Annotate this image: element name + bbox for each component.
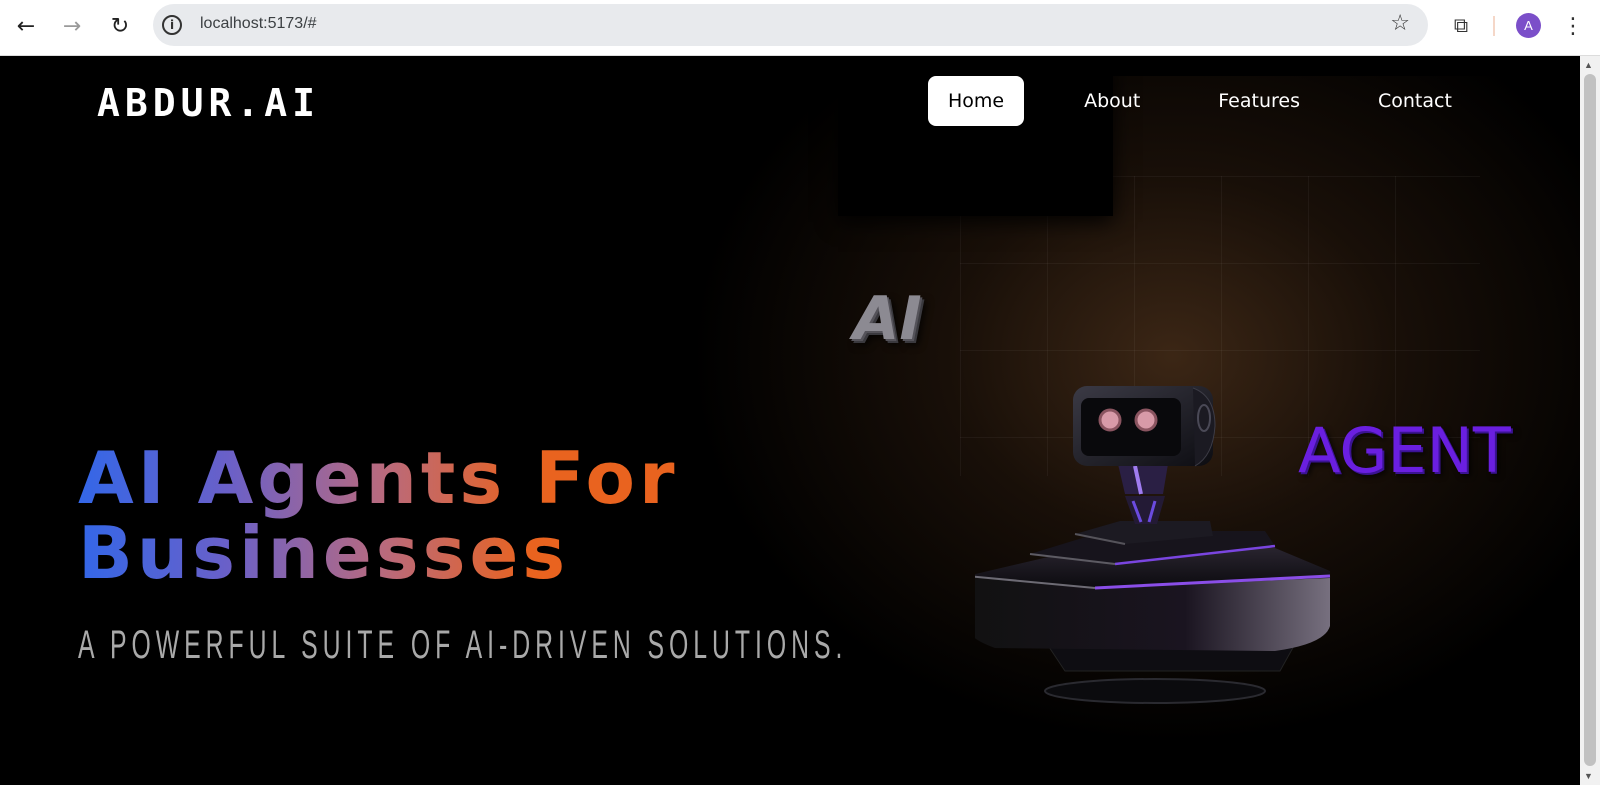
forward-arrow-icon: →	[62, 13, 82, 39]
scrollbar-thumb[interactable]	[1584, 74, 1596, 766]
ai-3d-text: AI	[853, 284, 922, 354]
bookmark-star-icon[interactable]: ☆	[1390, 11, 1410, 36]
hero-title: AI Agents For Businesses	[78, 441, 679, 591]
reload-button[interactable]: ↻	[104, 10, 136, 42]
profile-avatar[interactable]: A	[1516, 13, 1541, 38]
url-text[interactable]: localhost:5173/#	[200, 15, 317, 33]
reload-icon: ↻	[110, 13, 130, 39]
browser-menu-icon[interactable]: ⋮	[1562, 10, 1584, 42]
scroll-down-arrow-icon[interactable]: ▼	[1584, 771, 1593, 781]
site-logo[interactable]: ABDUR.AI	[97, 81, 320, 125]
forward-button[interactable]: →	[56, 10, 88, 42]
page-scrollbar[interactable]: ▲ ▼	[1580, 56, 1600, 785]
main-nav: Home About Features Contact	[928, 76, 1472, 126]
toolbar-divider	[1493, 16, 1495, 36]
hero-title-line2: Businesses	[78, 511, 570, 595]
nav-contact[interactable]: Contact	[1358, 76, 1472, 126]
extensions-icon[interactable]: ⧉	[1448, 12, 1474, 38]
page-viewport: ABDUR.AI Home About Features Contact AI …	[0, 56, 1580, 785]
nav-about[interactable]: About	[1064, 76, 1160, 126]
hero-subtitle: A POWERFUL SUITE OF AI-DRIVEN SOLUTIONS.	[78, 623, 848, 667]
robot-illustration	[975, 386, 1331, 704]
nav-home[interactable]: Home	[928, 76, 1025, 126]
address-bar[interactable]: i localhost:5173/# ☆	[153, 4, 1428, 46]
browser-toolbar: ← → ↻ i localhost:5173/# ☆ ⧉ A ⋮	[0, 0, 1600, 56]
back-button[interactable]: ←	[10, 10, 42, 42]
site-info-icon[interactable]: i	[162, 15, 182, 35]
scroll-up-arrow-icon[interactable]: ▲	[1584, 60, 1593, 70]
back-arrow-icon: ←	[16, 13, 36, 39]
nav-features[interactable]: Features	[1198, 76, 1320, 126]
hero-title-line1: AI Agents For	[78, 436, 679, 520]
